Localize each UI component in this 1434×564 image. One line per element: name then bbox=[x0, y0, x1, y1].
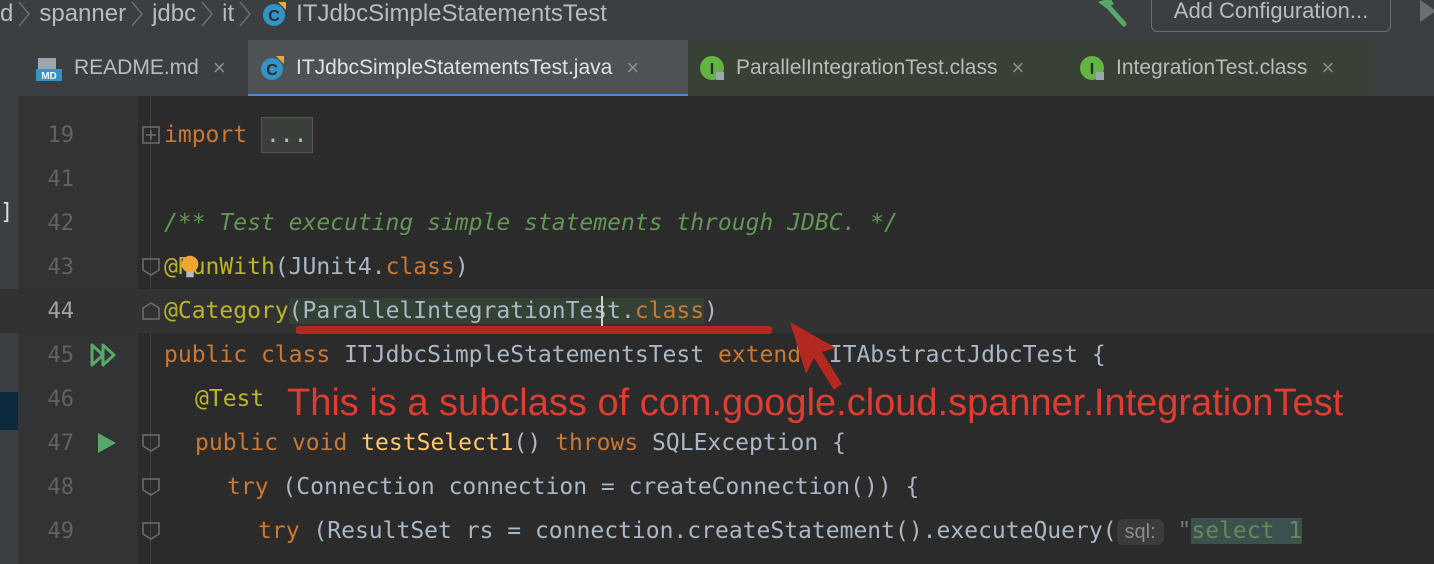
breadcrumb-item-d[interactable]: d bbox=[0, 0, 13, 28]
line-number: 47 bbox=[47, 430, 75, 456]
code-text: ) bbox=[704, 298, 718, 324]
code-text: ITAbstractJdbcTest { bbox=[828, 342, 1106, 368]
code-line[interactable]: 48 try (Connection connection = createCo… bbox=[0, 465, 1434, 509]
code-line[interactable]: 47 public void testSelect1() throws SQLE… bbox=[0, 421, 1434, 465]
svg-text:I: I bbox=[710, 61, 714, 78]
java-class-icon: C bbox=[260, 0, 288, 28]
code-text: (Connection connection = createConnectio… bbox=[282, 474, 920, 500]
string-literal: " bbox=[1177, 518, 1192, 544]
class-name: ITJdbcSimpleStatementsTest bbox=[344, 342, 705, 368]
line-number: 49 bbox=[47, 518, 75, 544]
code-text: ( bbox=[288, 298, 303, 324]
interface-class-icon: I bbox=[1078, 54, 1106, 82]
run-icon[interactable] bbox=[1418, 0, 1434, 26]
breadcrumb-item-spanner[interactable]: spanner bbox=[39, 0, 126, 28]
code-line[interactable]: 42 /** Test executing simple statements … bbox=[0, 201, 1434, 245]
code-line[interactable]: 19 import ... bbox=[0, 113, 1434, 157]
navigation-bar: d spanner jdbc it C ITJdbcSimpleStatemen… bbox=[0, 0, 1434, 40]
tab-integrationtest[interactable]: I IntegrationTest.class × bbox=[1068, 40, 1374, 96]
build-hammer-icon[interactable] bbox=[1094, 0, 1130, 30]
line-number: 41 bbox=[47, 166, 75, 192]
tab-parallelintegrationtest[interactable]: I ParallelIntegrationTest.class × bbox=[688, 40, 1068, 96]
breadcrumb-separator-icon bbox=[130, 0, 144, 28]
keyword: try bbox=[227, 474, 269, 500]
line-number: 44 bbox=[47, 298, 75, 324]
highlight-underline bbox=[296, 326, 772, 334]
tab-readme[interactable]: MD README.md × bbox=[26, 40, 248, 96]
tab-label: ParallelIntegrationTest.class bbox=[736, 56, 998, 79]
code-text: . bbox=[620, 298, 635, 324]
interface-class-icon: I bbox=[698, 54, 726, 82]
code-line[interactable]: 49 try (ResultSet rs = connection.create… bbox=[0, 509, 1434, 553]
doc-comment: /** Test executing simple statements thr… bbox=[164, 210, 898, 236]
breadcrumb-item-file[interactable]: ITJdbcSimpleStatementsTest bbox=[296, 0, 607, 28]
line-number: 46 bbox=[47, 386, 75, 412]
type-reference[interactable]: ParallelIntegrationTest bbox=[302, 298, 621, 324]
svg-text:C: C bbox=[268, 8, 280, 25]
parameter-hint: sql: bbox=[1116, 519, 1164, 545]
fold-collapse-icon[interactable] bbox=[142, 434, 160, 452]
code-line[interactable]: 45 public class ITJdbcSimpleStatementsTe… bbox=[0, 333, 1434, 377]
keyword: void bbox=[291, 430, 348, 456]
java-class-icon: C bbox=[258, 54, 286, 82]
fold-end-icon[interactable] bbox=[142, 302, 160, 320]
run-test-icon[interactable] bbox=[94, 429, 122, 457]
close-icon[interactable]: × bbox=[1321, 55, 1334, 81]
keyword: public bbox=[195, 430, 279, 456]
add-configuration-button[interactable]: Add Configuration... bbox=[1151, 0, 1391, 32]
method-name: testSelect1 bbox=[361, 430, 514, 456]
keyword: class bbox=[634, 298, 705, 324]
annotation-callout: This is a subclass of com.google.cloud.s… bbox=[287, 382, 1344, 424]
svg-text:I: I bbox=[1090, 61, 1094, 78]
code-text: (ResultSet rs = connection.createStateme… bbox=[313, 518, 1117, 544]
keyword: throws bbox=[555, 430, 639, 456]
line-number: 43 bbox=[47, 254, 75, 280]
tab-label: IntegrationTest.class bbox=[1116, 56, 1308, 79]
text-caret bbox=[601, 296, 603, 326]
string-literal: select 1 bbox=[1191, 518, 1303, 544]
line-number: 45 bbox=[47, 342, 75, 368]
fold-expand-icon[interactable] bbox=[142, 126, 160, 144]
tab-label: ITJdbcSimpleStatementsTest.java bbox=[296, 56, 613, 79]
keyword: import bbox=[164, 122, 248, 148]
keyword: try bbox=[258, 518, 300, 544]
editor-tab-bar: - MD README.md × C ITJdbcSimpleStatement… bbox=[0, 40, 1434, 117]
code-text: () bbox=[513, 430, 542, 456]
keyword: class bbox=[260, 342, 331, 368]
annotation: @Test bbox=[195, 386, 265, 412]
fold-collapse-icon[interactable] bbox=[142, 478, 160, 496]
breadcrumb-item-it[interactable]: it bbox=[222, 0, 234, 28]
intention-bulb-icon[interactable] bbox=[176, 253, 204, 281]
close-icon[interactable]: × bbox=[626, 55, 639, 81]
folded-imports[interactable]: ... bbox=[260, 117, 313, 153]
tab-itjdbcsimplestatementstest[interactable]: C ITJdbcSimpleStatementsTest.java × bbox=[248, 40, 688, 98]
line-number: 19 bbox=[47, 122, 75, 148]
fold-collapse-icon[interactable] bbox=[142, 522, 160, 540]
code-text: (JUnit4. bbox=[274, 254, 386, 280]
code-line[interactable]: 41 bbox=[0, 157, 1434, 201]
line-number: 48 bbox=[47, 474, 75, 500]
close-icon[interactable]: × bbox=[1011, 55, 1024, 81]
code-text: ) bbox=[454, 254, 469, 280]
breadcrumb: d spanner jdbc it C ITJdbcSimpleStatemen… bbox=[0, 0, 607, 28]
code-text: SQLException { bbox=[652, 430, 846, 456]
annotation: @Category bbox=[164, 298, 289, 324]
svg-text:C: C bbox=[266, 62, 278, 79]
keyword: class bbox=[385, 254, 455, 280]
breadcrumb-separator-icon bbox=[238, 0, 252, 28]
fold-collapse-icon[interactable] bbox=[142, 258, 160, 276]
line-number: 42 bbox=[47, 210, 75, 236]
close-icon[interactable]: × bbox=[213, 55, 226, 81]
code-line[interactable]: 43 @RunWith(JUnit4.class) bbox=[0, 245, 1434, 289]
markdown-file-icon: MD bbox=[36, 54, 64, 82]
run-all-tests-icon[interactable] bbox=[90, 341, 118, 369]
tab-label: README.md bbox=[74, 56, 199, 79]
breadcrumb-item-jdbc[interactable]: jdbc bbox=[152, 0, 196, 28]
svg-text:MD: MD bbox=[41, 71, 57, 82]
keyword: public bbox=[164, 342, 248, 368]
breadcrumb-separator-icon bbox=[17, 0, 31, 28]
breadcrumb-separator-icon bbox=[200, 0, 214, 28]
